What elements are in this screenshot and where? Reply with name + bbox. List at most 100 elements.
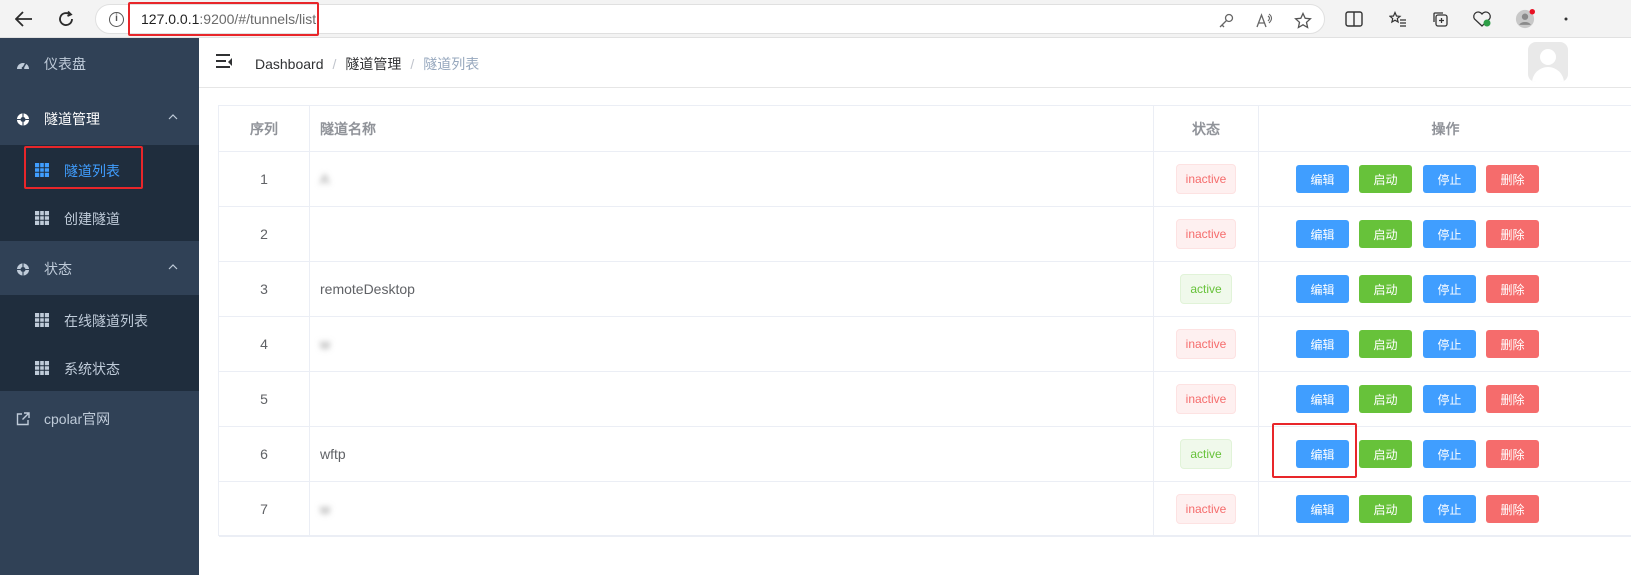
start-button[interactable]: 启动 — [1359, 440, 1412, 468]
table-icon — [35, 211, 49, 225]
split-screen-icon[interactable] — [1344, 9, 1364, 29]
browser-essentials-icon[interactable] — [1472, 9, 1492, 29]
breadcrumb-current: 隧道列表 — [423, 56, 480, 72]
stop-button[interactable]: 停止 — [1423, 275, 1476, 303]
column-header-name: 隧道名称 — [310, 106, 1154, 151]
tunnel-name — [310, 372, 1154, 426]
stop-button[interactable]: 停止 — [1423, 440, 1476, 468]
hamburger-icon[interactable] — [216, 54, 232, 68]
sidebar-item-system-status[interactable]: 系统状态 — [0, 344, 199, 392]
row-index: 6 — [219, 427, 310, 481]
favorites-icon[interactable] — [1388, 9, 1408, 29]
status-cell: active — [1154, 262, 1259, 316]
status-badge: active — [1180, 439, 1232, 469]
chevron-up-icon — [168, 262, 178, 272]
sidebar-item-label: 在线隧道列表 — [64, 313, 148, 329]
column-header-index: 序列 — [219, 106, 310, 151]
start-button[interactable]: 启动 — [1359, 385, 1412, 413]
row-index: 5 — [219, 372, 310, 426]
tunnel-icon — [16, 112, 30, 126]
status-icon — [16, 262, 30, 276]
start-button[interactable]: 启动 — [1359, 275, 1412, 303]
actions-cell: 编辑 启动 停止 删除 — [1259, 262, 1631, 316]
row-index: 2 — [219, 207, 310, 261]
profile-avatar-icon[interactable] — [1515, 9, 1535, 29]
sidebar-item-cpolar-website[interactable]: cpolar官网 — [0, 393, 199, 445]
breadcrumb: Dashboard / 隧道管理 / 隧道列表 — [255, 54, 479, 74]
status-badge: inactive — [1175, 384, 1237, 414]
sidebar-item-label: 系统状态 — [64, 361, 120, 377]
breadcrumb-dashboard[interactable]: Dashboard — [255, 56, 324, 72]
dashboard-icon — [16, 57, 30, 71]
sidebar-item-tunnel-management[interactable]: 隧道管理 — [0, 93, 199, 145]
actions-cell: 编辑 启动 停止 删除 — [1259, 207, 1631, 261]
avatar[interactable] — [1528, 42, 1568, 82]
start-button[interactable]: 启动 — [1359, 220, 1412, 248]
stop-button[interactable]: 停止 — [1423, 220, 1476, 248]
status-cell: active — [1154, 427, 1259, 481]
edit-button[interactable]: 编辑 — [1296, 165, 1349, 193]
tunnel-name-text: A — [320, 171, 330, 187]
sidebar-item-label: 隧道管理 — [44, 111, 100, 127]
column-header-actions: 操作 — [1431, 120, 1460, 137]
row-index: 1 — [219, 152, 310, 206]
delete-button[interactable]: 删除 — [1486, 440, 1539, 468]
sidebar-item-status[interactable]: 状态 — [0, 243, 199, 295]
reload-icon[interactable] — [54, 7, 78, 31]
edit-button[interactable]: 编辑 — [1296, 220, 1349, 248]
sidebar-item-dashboard[interactable]: 仪表盘 — [0, 38, 199, 90]
row-index: 3 — [219, 262, 310, 316]
tunnel-name-text: remoteDesktop — [320, 281, 415, 297]
table-row: 6 wftp active 编辑 启动 停止 删除 — [219, 427, 1631, 482]
stop-button[interactable]: 停止 — [1423, 165, 1476, 193]
breadcrumb-tunnel-management[interactable]: 隧道管理 — [345, 56, 401, 72]
more-menu-icon[interactable] — [1556, 9, 1576, 29]
table-icon — [35, 361, 49, 375]
sidebar: 仪表盘 隧道管理 隧道列表 创建隧道 状态 在线隧道列表 系统状态 cpolar… — [0, 38, 199, 575]
delete-button[interactable]: 删除 — [1486, 330, 1539, 358]
row-index: 4 — [219, 317, 310, 371]
read-aloud-icon[interactable] — [1256, 12, 1274, 30]
edit-button[interactable]: 编辑 — [1296, 495, 1349, 523]
tunnel-name-text: wftp — [320, 446, 346, 462]
edit-button[interactable]: 编辑 — [1296, 385, 1349, 413]
delete-button[interactable]: 删除 — [1486, 385, 1539, 413]
stop-button[interactable]: 停止 — [1423, 385, 1476, 413]
row-index: 7 — [219, 482, 310, 536]
delete-button[interactable]: 删除 — [1486, 220, 1539, 248]
info-icon[interactable]: i — [109, 12, 124, 27]
external-link-icon — [16, 412, 30, 426]
collections-icon[interactable] — [1430, 9, 1450, 29]
status-badge: inactive — [1175, 219, 1237, 249]
tunnel-name — [310, 207, 1154, 261]
start-button[interactable]: 启动 — [1359, 330, 1412, 358]
favorite-star-icon[interactable] — [1294, 12, 1312, 30]
start-button[interactable]: 启动 — [1359, 495, 1412, 523]
delete-button[interactable]: 删除 — [1486, 165, 1539, 193]
sidebar-annotation-box — [24, 146, 143, 189]
status-badge: inactive — [1175, 494, 1237, 524]
status-badge: inactive — [1175, 329, 1237, 359]
tunnel-table: 序列 隧道名称 状态 操作 1 Ainactive 编辑 启动 停止 删除 2 inactiv… — [218, 105, 1631, 537]
sidebar-item-label: 仪表盘 — [44, 56, 86, 72]
delete-button[interactable]: 删除 — [1486, 275, 1539, 303]
edit-button[interactable]: 编辑 — [1296, 330, 1349, 358]
tunnel-name-text: w — [320, 501, 331, 517]
column-header-status: 状态 — [1154, 106, 1259, 151]
table-row: 7 w inactive 编辑 启动 停止 删除 — [219, 482, 1631, 537]
sidebar-item-online-tunnels[interactable]: 在线隧道列表 — [0, 296, 199, 344]
stop-button[interactable]: 停止 — [1423, 495, 1476, 523]
stop-button[interactable]: 停止 — [1423, 330, 1476, 358]
tunnel-name: A — [310, 152, 1154, 206]
back-arrow-icon[interactable] — [12, 7, 36, 31]
table-row: 2 inactive 编辑 启动 停止 删除 — [219, 207, 1631, 262]
key-icon[interactable] — [1217, 12, 1235, 30]
table-row: 1 Ainactive 编辑 启动 停止 删除 — [219, 152, 1631, 207]
delete-button[interactable]: 删除 — [1486, 495, 1539, 523]
edit-button[interactable]: 编辑 — [1296, 275, 1349, 303]
actions-cell: 编辑 启动 停止 删除 — [1259, 482, 1631, 536]
browser-toolbar: i 127.0.0.1:9200/#/tunnels/list — [0, 0, 1631, 38]
chevron-up-icon — [168, 112, 178, 122]
sidebar-item-create-tunnel[interactable]: 创建隧道 — [0, 194, 199, 242]
start-button[interactable]: 启动 — [1359, 165, 1412, 193]
